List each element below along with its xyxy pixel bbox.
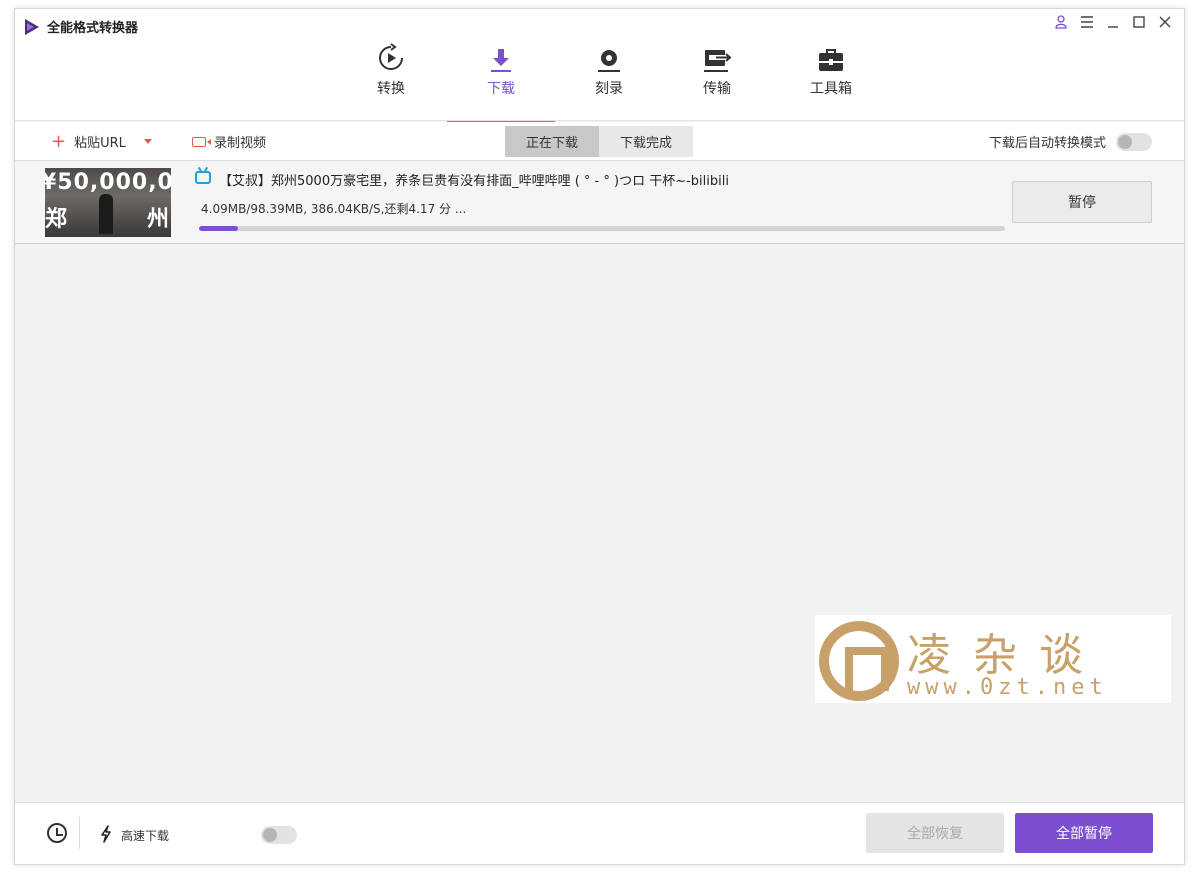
resume-all-button[interactable]: 全部恢复 — [866, 813, 1004, 853]
download-item: ¥50,000,00 郑 州 【艾叔】郑州5000万豪宅里，养条巨贵有没有排面_… — [15, 161, 1184, 244]
menu-icon[interactable] — [1078, 13, 1096, 31]
download-toolbar: + 粘贴URL 录制视频 正在下载 下载完成 下载后自动转换模式 — [15, 122, 1184, 161]
convert-icon — [337, 39, 445, 73]
thumbnail-text-top: ¥50,000,00 — [45, 170, 171, 195]
paste-url-label: 粘贴URL — [74, 136, 126, 151]
close-icon[interactable] — [1156, 13, 1174, 31]
thumbnail-text-right: 州 — [146, 207, 169, 232]
auto-convert-label: 下载后自动转换模式 — [988, 136, 1106, 151]
tab-transfer-label: 传输 — [703, 81, 731, 97]
user-icon[interactable] — [1052, 13, 1070, 31]
download-progress-fill — [199, 226, 239, 231]
tab-toolbox-label: 工具箱 — [810, 81, 852, 97]
tab-convert[interactable]: 转换 — [337, 39, 445, 121]
download-stats: 4.09MB/98.39MB, 386.04KB/S,还剩4.17 分 ... — [201, 202, 467, 216]
transfer-icon — [663, 39, 771, 73]
tab-burn-label: 刻录 — [595, 81, 623, 97]
maximize-icon[interactable] — [1130, 13, 1148, 31]
tab-burn[interactable]: 刻录 — [555, 39, 663, 121]
toolbox-icon — [777, 39, 885, 73]
paste-url-button[interactable]: + 粘贴URL — [51, 132, 152, 151]
watermark-seal-icon — [819, 621, 899, 701]
download-icon — [447, 39, 555, 73]
thumbnail-text-left: 郑 — [45, 207, 68, 232]
app-window: 全能格式转换器 转换 下载 刻录 传输 工具箱 + 粘贴URL 录制视频 正在下… — [14, 8, 1185, 865]
record-video-label: 录制视频 — [214, 136, 267, 151]
camera-icon — [192, 136, 211, 147]
high-speed-label: 高速下载 — [121, 829, 170, 843]
minimize-icon[interactable] — [1104, 13, 1122, 31]
tab-download[interactable]: 下载 — [447, 39, 555, 123]
thumbnail-figure — [99, 194, 113, 234]
high-speed-toggle[interactable] — [261, 826, 297, 844]
record-video-button[interactable]: 录制视频 — [192, 132, 266, 151]
watermark: 凌杂谈 www.0zt.net — [815, 615, 1171, 703]
alarm-clock-icon[interactable] — [47, 823, 67, 843]
pause-button[interactable]: 暂停 — [1012, 181, 1152, 223]
auto-convert-setting: 下载后自动转换模式 — [989, 132, 1152, 151]
burn-disc-icon — [555, 39, 663, 73]
chevron-down-icon[interactable] — [143, 139, 152, 144]
plus-icon: + — [51, 130, 67, 152]
watermark-url: www.0zt.net — [907, 675, 1108, 700]
app-logo-icon — [25, 18, 39, 35]
bilibili-icon — [195, 171, 211, 184]
tab-transfer[interactable]: 传输 — [663, 39, 771, 121]
tab-convert-label: 转换 — [377, 81, 405, 97]
main-nav: 转换 下载 刻录 传输 工具箱 — [15, 39, 1184, 123]
footer: 高速下载 全部恢复 全部暂停 — [15, 802, 1184, 864]
app-title-bar: 全能格式转换器 — [25, 17, 138, 36]
pause-all-button[interactable]: 全部暂停 — [1015, 813, 1153, 853]
watermark-text: 凌杂谈 — [907, 630, 1105, 681]
footer-divider — [79, 817, 80, 849]
app-title: 全能格式转换器 — [47, 21, 139, 36]
tab-toolbox[interactable]: 工具箱 — [777, 39, 885, 121]
download-status-tabs: 正在下载 下载完成 — [505, 126, 693, 157]
window-controls — [1052, 13, 1174, 31]
download-progress-bar — [199, 226, 1005, 231]
video-thumbnail: ¥50,000,00 郑 州 — [45, 168, 171, 237]
auto-convert-toggle[interactable] — [1116, 132, 1152, 151]
tab-download-label: 下载 — [487, 81, 515, 97]
tab-download-complete[interactable]: 下载完成 — [599, 126, 693, 157]
header: 全能格式转换器 转换 下载 刻录 传输 工具箱 — [15, 9, 1184, 123]
tab-downloading[interactable]: 正在下载 — [505, 126, 599, 157]
lightning-icon — [101, 825, 111, 847]
download-title: 【艾叔】郑州5000万豪宅里，养条巨贵有没有排面_哔哩哔哩 ( ° - ° )つ… — [219, 174, 729, 189]
